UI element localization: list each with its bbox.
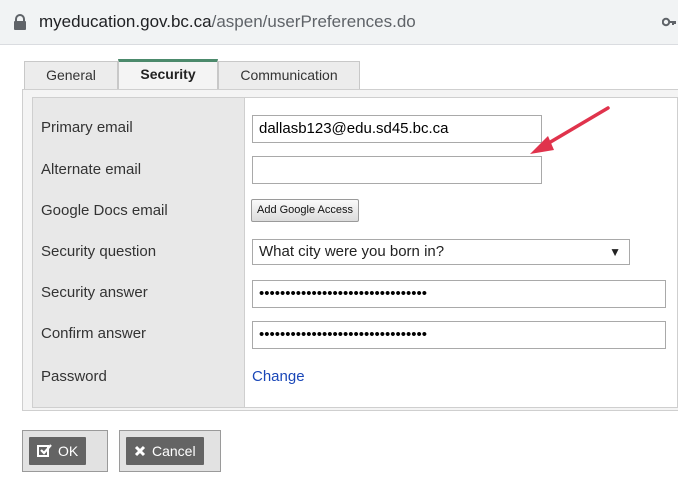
checkbox-icon xyxy=(37,444,52,457)
x-icon xyxy=(134,445,146,457)
google-docs-email-label: Google Docs email xyxy=(41,202,168,219)
cancel-button-label: Cancel xyxy=(152,443,196,459)
url-domain: myeducation.gov.bc.ca xyxy=(39,12,212,31)
address-bar[interactable]: myeducation.gov.bc.ca/aspen/userPreferen… xyxy=(0,0,678,45)
add-google-access-button[interactable]: Add Google Access xyxy=(251,199,360,222)
ok-button-label: OK xyxy=(58,443,79,459)
password-label: Password xyxy=(41,368,107,385)
tab-general[interactable]: General xyxy=(24,61,118,89)
preferences-dialog: General Security Communication Primary e… xyxy=(0,45,678,478)
alternate-email-label: Alternate email xyxy=(41,161,142,178)
lock-icon xyxy=(14,14,26,30)
security-answer-field[interactable]: •••••••••••••••••••••••••••••••• xyxy=(252,280,666,308)
confirm-answer-label: Confirm answer xyxy=(41,325,147,342)
url-text[interactable]: myeducation.gov.bc.ca/aspen/userPreferen… xyxy=(39,12,416,32)
security-question-select[interactable]: What city were you born in? ▼ xyxy=(252,239,630,265)
ok-button[interactable]: OK xyxy=(22,430,108,472)
cancel-button[interactable]: Cancel xyxy=(119,430,221,472)
key-icon[interactable] xyxy=(662,15,676,29)
tab-security[interactable]: Security xyxy=(118,59,218,89)
alternate-email-field[interactable] xyxy=(252,156,542,184)
dropdown-arrow-icon: ▼ xyxy=(609,245,621,259)
annotation-arrow-icon xyxy=(530,106,610,154)
security-question-value: What city were you born in? xyxy=(259,243,445,260)
primary-email-label: Primary email xyxy=(41,119,133,136)
url-path: /aspen/userPreferences.do xyxy=(211,12,416,31)
security-answer-label: Security answer xyxy=(41,284,148,301)
confirm-answer-field[interactable]: •••••••••••••••••••••••••••••••• xyxy=(252,321,666,349)
security-question-label: Security question xyxy=(41,243,157,260)
primary-email-field[interactable]: dallasb123@edu.sd45.bc.ca xyxy=(252,115,542,143)
change-password-link[interactable]: Change xyxy=(252,368,305,385)
tab-communication[interactable]: Communication xyxy=(218,61,360,89)
